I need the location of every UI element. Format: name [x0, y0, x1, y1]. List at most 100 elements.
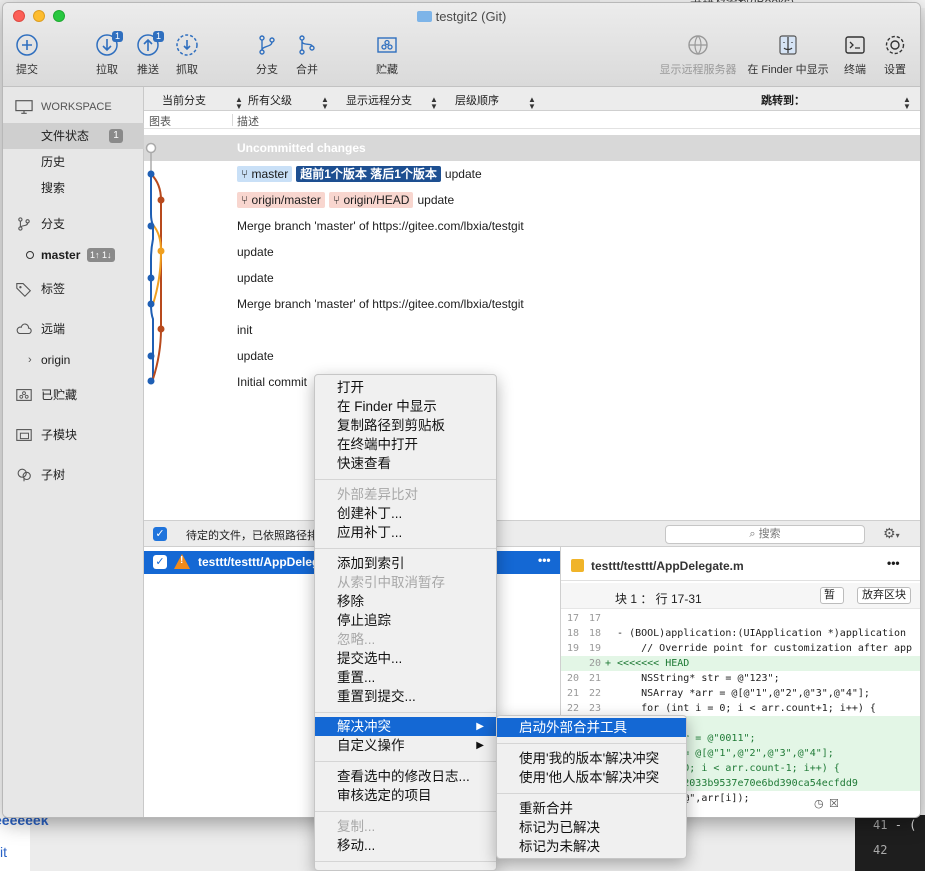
- diff-more-menu-icon[interactable]: •••: [887, 556, 900, 570]
- menu-item-resolve-using-mine[interactable]: 使用'我的版本'解决冲突: [497, 749, 686, 768]
- graph-node: [147, 300, 155, 308]
- sidebar: WORKSPACE 文件状态 1 历史 搜索 分支 master 1↑ 1↓ 标…: [3, 87, 144, 817]
- chevron-updown-icon: ▲ ▼: [903, 95, 911, 111]
- commit-button[interactable]: 提交: [13, 33, 41, 77]
- menu-item-quick-look[interactable]: 快速查看: [315, 454, 496, 473]
- menu-item-mark-unresolved[interactable]: 标记为未解决: [497, 837, 686, 856]
- menu-item-reset-to-commit[interactable]: 重置到提交...: [315, 687, 496, 706]
- gear-menu-icon[interactable]: ⚙▾: [883, 525, 900, 542]
- fetch-button[interactable]: 抓取: [173, 33, 201, 77]
- menu-item-unstage: 从索引中取消暂存: [337, 575, 445, 590]
- file-more-menu-icon[interactable]: •••: [538, 553, 551, 567]
- branch-icon: [18, 217, 30, 231]
- chevron-updown-icon: ▲ ▼: [321, 95, 329, 111]
- sidebar-item-master[interactable]: master 1↑ 1↓: [3, 242, 144, 268]
- resolve-conflicts-submenu: 启动外部合并工具 使用'我的版本'解决冲突 使用'他人版本'解决冲突 重新合并 …: [496, 715, 687, 859]
- menu-item-show-in-finder[interactable]: 在 Finder 中显示: [315, 397, 496, 416]
- menu-separator: [315, 548, 496, 549]
- graph-column-header[interactable]: 图表: [149, 113, 171, 129]
- sidebar-remotes-header[interactable]: 远端: [3, 316, 144, 342]
- commit-row[interactable]: update: [144, 343, 920, 369]
- diff-hunk-header: 块 1 ： 行 17-31 暂存 放弃区块: [561, 583, 920, 609]
- pull-button[interactable]: 1 拉取: [93, 31, 123, 77]
- menu-item-annotate-selected[interactable]: 审核选定的项目: [315, 786, 496, 805]
- staged-all-checkbox[interactable]: ✓: [153, 527, 167, 541]
- all-parents-dropdown[interactable]: 所有父级 ▲ ▼: [248, 92, 329, 111]
- menu-item-commit-selected[interactable]: 提交选中...: [315, 649, 496, 668]
- menu-item-copy-path[interactable]: 复制路径到剪贴板: [315, 416, 496, 435]
- commit-row[interactable]: Merge branch 'master' of https://gitee.c…: [144, 291, 920, 317]
- commit-row-uncommitted[interactable]: Uncommitted changes: [144, 135, 920, 161]
- description-column-header[interactable]: 描述: [237, 113, 259, 129]
- menu-item-open[interactable]: 打开: [315, 378, 496, 397]
- master-ahead-behind-badge: 1↑ 1↓: [87, 248, 115, 262]
- stash-button[interactable]: 贮藏: [373, 33, 401, 77]
- commit-row[interactable]: Initial commit: [144, 369, 920, 395]
- menu-separator: [315, 761, 496, 762]
- jump-to-dropdown[interactable]: 跳转到： ▲ ▼: [761, 92, 911, 111]
- sidebar-submodules-header[interactable]: 子模块: [3, 422, 144, 448]
- sidebar-item-origin[interactable]: › origin: [3, 347, 144, 373]
- ancestor-order-dropdown[interactable]: 层级顺序 ▲ ▼: [455, 92, 536, 111]
- push-button[interactable]: 1 推送: [134, 31, 164, 77]
- menu-item-create-patch[interactable]: 创建补丁...: [315, 504, 496, 523]
- sidebar-stashes-header[interactable]: 已贮藏: [3, 382, 144, 408]
- sidebar-item-history[interactable]: 历史: [3, 149, 144, 175]
- menu-item-launch-external-merge-tool[interactable]: 启动外部合并工具: [497, 718, 686, 737]
- background-code-editor: 41 - ( 42: [855, 815, 925, 871]
- settings-button[interactable]: 设置: [881, 33, 909, 77]
- commit-row[interactable]: update: [144, 239, 920, 265]
- branch-button[interactable]: 分支: [253, 33, 281, 77]
- diff-line: 20 21 NSString* str = @"123";: [567, 673, 780, 684]
- commit-row[interactable]: init: [144, 317, 920, 343]
- menu-item-log-selected[interactable]: 查看选中的修改日志...: [315, 767, 496, 786]
- menu-item-add-to-index[interactable]: 添加到索引: [315, 554, 496, 573]
- menu-item-stop-tracking[interactable]: 停止追踪: [315, 611, 496, 630]
- discard-hunk-button[interactable]: 放弃区块: [857, 587, 911, 604]
- sidebar-subtrees-header[interactable]: 子树: [3, 462, 144, 488]
- terminal-button[interactable]: 终端: [841, 33, 869, 77]
- close-box-icon[interactable]: ☒: [829, 797, 839, 810]
- commit-row[interactable]: Merge branch 'master' of https://gitee.c…: [144, 213, 920, 239]
- menu-separator: [315, 861, 496, 862]
- merge-button[interactable]: 合并: [293, 33, 321, 77]
- sidebar-item-file-status[interactable]: 文件状态 1: [3, 123, 144, 149]
- menu-item-move[interactable]: 移动...: [315, 836, 496, 855]
- sidebar-tags-header[interactable]: 标签: [3, 276, 144, 302]
- fetch-icon: [176, 34, 198, 56]
- clock-icon[interactable]: ◷: [814, 797, 824, 810]
- commit-row[interactable]: ⑂ origin/master ⑂ origin/HEAD update: [144, 187, 920, 213]
- chevron-right-icon: ›: [28, 354, 32, 366]
- window-title: testgit2 (Git): [3, 9, 920, 24]
- commit-graph: [145, 142, 165, 385]
- search-input[interactable]: ⌕ 搜索: [665, 525, 865, 544]
- menu-item-remove[interactable]: 移除: [315, 592, 496, 611]
- menu-item-mark-resolved[interactable]: 标记为已解决: [497, 818, 686, 837]
- submodule-icon: [16, 429, 32, 441]
- stage-hunk-button[interactable]: 暂存: [820, 587, 844, 604]
- search-icon: ⌕: [749, 528, 756, 540]
- ahead-behind-status-tag: 超前1个版本 落后1个版本: [296, 166, 441, 182]
- plus-circle-icon: [16, 34, 38, 56]
- show-in-finder-button[interactable]: 在 Finder 中显示: [743, 33, 833, 77]
- menu-item-restart-merge[interactable]: 重新合并: [497, 799, 686, 818]
- menu-item-custom-actions[interactable]: 自定义操作 ▶: [315, 736, 496, 755]
- sidebar-branches-header[interactable]: 分支: [3, 211, 144, 237]
- menu-item-apply-patch[interactable]: 应用补丁...: [315, 523, 496, 542]
- file-checkbox[interactable]: ✓: [153, 555, 167, 569]
- graph-node: [157, 325, 165, 333]
- menu-item-reset[interactable]: 重置...: [315, 668, 496, 687]
- show-remote-branches-dropdown[interactable]: 显示远程分支 ▲ ▼: [346, 92, 438, 111]
- current-branch-dropdown[interactable]: 当前分支 ▲ ▼: [162, 92, 243, 111]
- commit-row[interactable]: ⑂ master 超前1个版本 落后1个版本 update: [144, 161, 920, 187]
- pull-badge: 1: [111, 31, 123, 42]
- toolbar: testgit2 (Git) 提交 1 拉取 1 推送 抓取 分支 合并 贮藏 …: [3, 3, 920, 87]
- commit-row[interactable]: update: [144, 265, 920, 291]
- menu-item-resolve-using-theirs[interactable]: 使用'他人版本'解决冲突: [497, 768, 686, 787]
- sidebar-item-search[interactable]: 搜索: [3, 175, 144, 201]
- show-remote-button[interactable]: 显示远程服务器: [655, 33, 741, 77]
- menu-separator: [315, 712, 496, 713]
- menu-item-resolve-conflicts[interactable]: 解决冲突 ▶: [315, 717, 496, 736]
- menu-item-open-in-terminal[interactable]: 在终端中打开: [315, 435, 496, 454]
- commit-list: Uncommitted changes ⑂ master 超前1个版本 落后1个版…: [144, 129, 920, 519]
